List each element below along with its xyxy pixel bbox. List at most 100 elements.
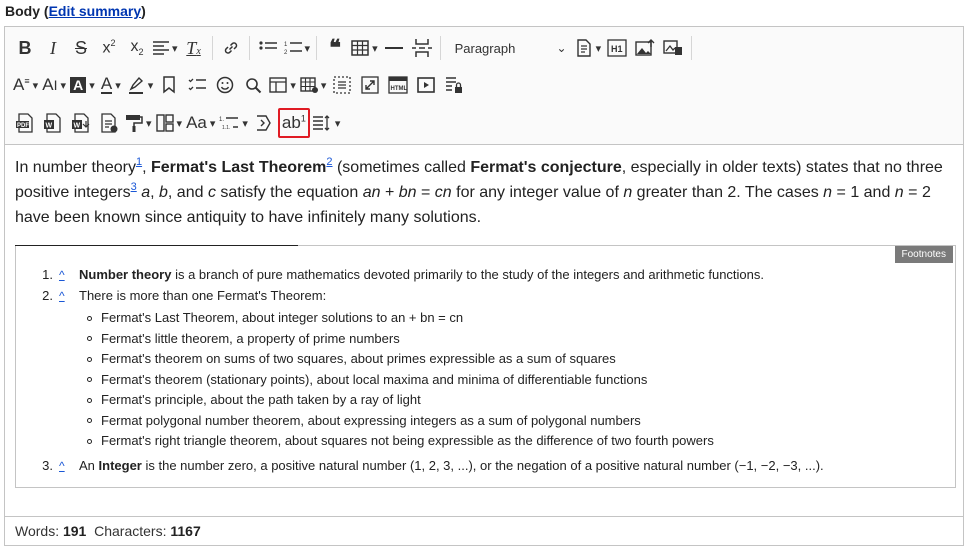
svg-text:HTML: HTML — [391, 86, 408, 92]
text-run: for any integer value of — [451, 184, 624, 201]
toolbar-separator — [316, 36, 318, 60]
export-pdf-icon: PDF — [15, 113, 35, 133]
bold-icon: B — [18, 37, 32, 58]
superscript-button[interactable]: x2 — [95, 33, 123, 63]
bookmark-icon — [162, 76, 176, 94]
show-blocks-button[interactable] — [328, 70, 356, 100]
characters-value: 1167 — [170, 523, 201, 539]
ai-assistant-button[interactable] — [250, 108, 278, 138]
document-outline-icon — [99, 113, 119, 133]
font-size-button[interactable]: AI ▾ — [40, 70, 68, 100]
export-word-icon: W — [43, 113, 63, 133]
insert-table-button[interactable]: ▾ — [298, 70, 329, 100]
italic-icon: I — [50, 37, 56, 58]
horizontal-line-button[interactable] — [380, 33, 408, 63]
image-upload-button[interactable] — [631, 33, 659, 63]
bold-button[interactable]: B — [11, 33, 39, 63]
sublist-text: Fermat's right triangle theorem, about s… — [101, 433, 714, 448]
document-outline-button[interactable] — [95, 108, 123, 138]
words-value: 191 — [62, 523, 87, 539]
media-button[interactable] — [659, 33, 687, 63]
sublist-text: Fermat's Last Theorem, about integer sol… — [101, 310, 464, 325]
restricted-editing-button[interactable] — [440, 70, 468, 100]
blockquote-icon: ❝ — [329, 35, 341, 60]
source-button[interactable]: ▾ — [573, 33, 604, 63]
media-embed-button[interactable] — [412, 70, 440, 100]
fullscreen-icon — [361, 76, 380, 94]
html-embed-button[interactable]: HTML — [384, 70, 412, 100]
footnote-number: 1. — [42, 267, 53, 282]
edit-summary-link[interactable]: Edit summary — [49, 3, 142, 19]
page-break-button[interactable] — [408, 33, 436, 63]
bullet-icon — [87, 377, 92, 383]
align-button[interactable]: ▾ — [151, 33, 180, 63]
footnote-button[interactable]: ab1 — [277, 108, 310, 138]
heading-h1-button[interactable]: H1 — [603, 33, 631, 63]
font-family-icon: A≡ — [13, 75, 30, 94]
emoji-button[interactable] — [211, 70, 239, 100]
toolbar-separator — [211, 36, 213, 60]
source-icon — [575, 39, 593, 57]
text-run: satisfy the equation — [215, 184, 363, 201]
sublist-text: Fermat's theorem (stationary points), ab… — [101, 371, 648, 387]
layout-table-button[interactable]: ▾ — [154, 108, 185, 138]
italic-text: n — [894, 184, 904, 201]
italic-text: a — [141, 184, 151, 201]
footnote-backlink[interactable]: ^ — [59, 456, 79, 477]
footnote-term: Integer — [98, 457, 142, 473]
case-change-button[interactable]: Aa ▾ — [184, 108, 217, 138]
bulleted-list-icon — [258, 41, 277, 55]
italic-button[interactable]: I — [39, 33, 67, 63]
svg-text:W: W — [46, 123, 53, 130]
font-color-button[interactable]: A ▾ — [97, 70, 125, 100]
multilevel-list-icon: 1. 1.1. — [219, 115, 239, 131]
table-button[interactable]: ▾ — [349, 33, 380, 63]
paragraph-format-select[interactable]: Paragraph ⌄ — [445, 33, 573, 63]
editor-toolbar: B I S x2 x2 ▾ Tx 1 2 ▾ ❝ ▾ Paragraph ⌄ ▾… — [5, 27, 963, 145]
text-run: greater than 2. The cases — [632, 184, 824, 201]
highlight-button[interactable]: ▾ — [125, 70, 156, 100]
multilevel-list-button[interactable]: 1. 1.1. ▾ — [217, 108, 250, 138]
line-height-button[interactable]: ▾ — [310, 108, 343, 138]
font-background-button[interactable]: A ▾ — [68, 70, 97, 100]
import-word-button[interactable]: W — [67, 108, 95, 138]
blockquote-button[interactable]: ❝ — [321, 33, 349, 63]
font-family-button[interactable]: A≡ ▾ — [11, 70, 40, 100]
superscript-icon: x2 — [102, 38, 116, 57]
footnote-backlink[interactable]: ^ — [59, 286, 79, 307]
footnote-ref[interactable]: 3 — [131, 181, 137, 193]
italic-text: b — [159, 184, 168, 201]
todo-list-button[interactable] — [183, 70, 211, 100]
export-word-button[interactable]: W — [39, 108, 67, 138]
bullet-icon — [87, 438, 92, 444]
find-replace-button[interactable] — [239, 70, 267, 100]
subscript-button[interactable]: x2 — [123, 33, 151, 63]
svg-text:2: 2 — [284, 50, 288, 56]
fullscreen-button[interactable] — [356, 70, 384, 100]
remove-format-button[interactable]: Tx — [180, 33, 208, 63]
svg-text:1.1.: 1.1. — [222, 125, 230, 131]
media-embed-icon — [417, 77, 436, 93]
footnote-text: Number theory is a branch of pure mathem… — [79, 265, 764, 286]
footnote-backlink[interactable]: ^ — [59, 265, 79, 286]
bulleted-list-button[interactable] — [254, 33, 282, 63]
bookmark-button[interactable] — [155, 70, 183, 100]
footnote-term: Number theory — [79, 267, 172, 282]
link-button[interactable] — [217, 33, 245, 63]
text-run: , — [150, 184, 159, 201]
horizontal-line-icon — [384, 46, 403, 50]
strikethrough-button[interactable]: S — [67, 33, 95, 63]
editor-content[interactable]: In number theory1, Fermat's Last Theorem… — [5, 145, 963, 515]
highlight-icon — [127, 76, 145, 94]
format-painter-button[interactable]: ▾ — [123, 108, 154, 138]
sublist-text: Fermat's principle, about the path taken… — [101, 392, 421, 407]
svg-text:PDF: PDF — [17, 123, 29, 129]
rich-text-editor: B I S x2 x2 ▾ Tx 1 2 ▾ ❝ ▾ Paragraph ⌄ ▾… — [4, 26, 964, 546]
export-pdf-button[interactable]: PDF — [11, 108, 39, 138]
template-button[interactable]: ▾ — [267, 70, 298, 100]
numbered-list-button[interactable]: 1 2 ▾ — [282, 33, 313, 63]
sublist-text: Fermat's theorem on sums of two squares,… — [101, 351, 616, 366]
italic-text: n — [823, 184, 833, 201]
toolbar-row-3: PDF W W ▾ ▾ Aa ▾ 1. 1.1. ▾ ab1 ▾ — [11, 105, 342, 141]
word-count-bar: Words: 191 Characters: 1167 — [5, 516, 963, 545]
